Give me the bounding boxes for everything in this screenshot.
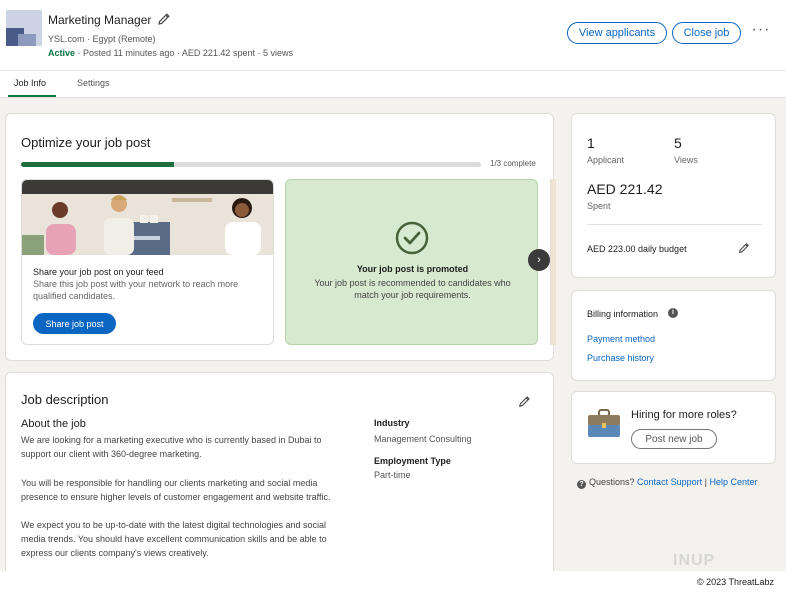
description-paragraph: We are looking for a marketing executive… <box>21 435 322 459</box>
post-new-job-button[interactable]: Post new job <box>631 429 717 449</box>
help-center-link[interactable]: Help Center <box>709 477 757 487</box>
questions-label: Questions? <box>589 477 635 487</box>
stats-card: 1 Applicant 5 Views AED 221.42 Spent AED… <box>571 113 776 278</box>
billing-title: Billing information <box>587 309 659 319</box>
about-the-job: About the job <box>21 418 86 430</box>
job-meta: · Posted 11 minutes ago · AED 221.42 spe… <box>75 48 293 58</box>
question-icon: ? <box>577 480 586 489</box>
views-label: Views <box>674 155 698 165</box>
promoted-heading: Your job post is promoted <box>356 264 469 274</box>
hiring-title: Hiring for more roles? <box>631 409 737 421</box>
watermark: INUP <box>673 552 716 569</box>
view-applicants-button[interactable]: View applicants <box>567 22 667 44</box>
employment-type-value: Part-time <box>374 470 411 480</box>
share-heading: Share your job post on your feed <box>33 267 164 277</box>
share-job-post-button[interactable]: Share job post <box>33 313 116 334</box>
daily-budget: AED 223.00 daily budget <box>587 244 687 254</box>
employment-type-label: Employment Type <box>374 456 451 466</box>
status-badge: Active <box>48 48 76 58</box>
applicant-count: 1 <box>587 135 595 151</box>
progress-fill <box>21 162 175 167</box>
more-options-icon[interactable]: ··· <box>750 22 772 42</box>
hiring-card: Hiring for more roles? Post new job <box>571 391 776 464</box>
help-row: ? Questions? Contact Support | Help Cente… <box>577 477 758 489</box>
pencil-icon[interactable] <box>517 394 532 409</box>
briefcase-icon <box>588 409 620 437</box>
spent-amount: AED 221.42 <box>587 181 663 197</box>
check-circle-icon <box>395 221 429 255</box>
share-post-card: Share your job post on your feed Share t… <box>21 179 274 345</box>
description-title: Job description <box>21 392 109 407</box>
next-card-peek <box>550 179 556 345</box>
spent-label: Spent <box>587 201 611 211</box>
promoted-description: Your job post is recommended to candidat… <box>314 278 511 300</box>
job-header: Marketing Manager YSL.com · Egypt (Remot… <box>0 0 786 70</box>
job-status-line: Active · Posted 11 minutes ago · AED 221… <box>48 48 293 58</box>
job-title: Marketing Manager <box>48 13 152 27</box>
contact-support-link[interactable]: Contact Support <box>637 477 702 487</box>
job-company-location: YSL.com · Egypt (Remote) <box>48 34 156 44</box>
purchase-history-link[interactable]: Purchase history <box>587 353 654 363</box>
close-job-button[interactable]: Close job <box>672 22 741 44</box>
pencil-icon[interactable] <box>737 241 751 255</box>
company-logo <box>6 10 42 46</box>
optimize-card: Optimize your job post 1/3 complete Shar… <box>5 113 556 361</box>
share-description: Share this job post with your network to… <box>33 279 239 301</box>
payment-method-link[interactable]: Payment method <box>587 334 655 344</box>
tab-settings[interactable]: Settings <box>77 78 110 88</box>
progress-text: 1/3 complete <box>490 159 536 168</box>
share-illustration <box>22 180 273 255</box>
description-paragraph: We expect you to be up-to-date with the … <box>21 520 327 558</box>
views-count: 5 <box>674 135 682 151</box>
job-description-card: Job description About the job We are loo… <box>5 372 554 594</box>
billing-card: Billing information i Payment method Pur… <box>571 290 776 381</box>
progress-bar <box>21 162 481 167</box>
applicant-label: Applicant <box>587 155 625 165</box>
info-icon[interactable]: i <box>668 308 678 318</box>
promoted-card: Your job post is promoted Your job post … <box>285 179 538 345</box>
separator: | <box>704 477 707 487</box>
industry-label: Industry <box>374 418 410 428</box>
tab-bar: Job Info Settings <box>0 70 786 98</box>
copyright: © 2023 ThreatLabz <box>696 577 774 587</box>
active-tab-indicator <box>8 95 56 97</box>
divider <box>587 224 762 225</box>
footer-strip: © 2023 ThreatLabz <box>0 571 786 594</box>
industry-value: Management Consulting <box>374 434 472 444</box>
pencil-icon[interactable] <box>156 11 172 27</box>
tab-job-info[interactable]: Job Info <box>14 78 46 88</box>
description-paragraph: You will be responsible for handling our… <box>21 478 331 502</box>
carousel-next-button[interactable]: › <box>528 249 550 271</box>
optimize-title: Optimize your job post <box>21 135 151 150</box>
